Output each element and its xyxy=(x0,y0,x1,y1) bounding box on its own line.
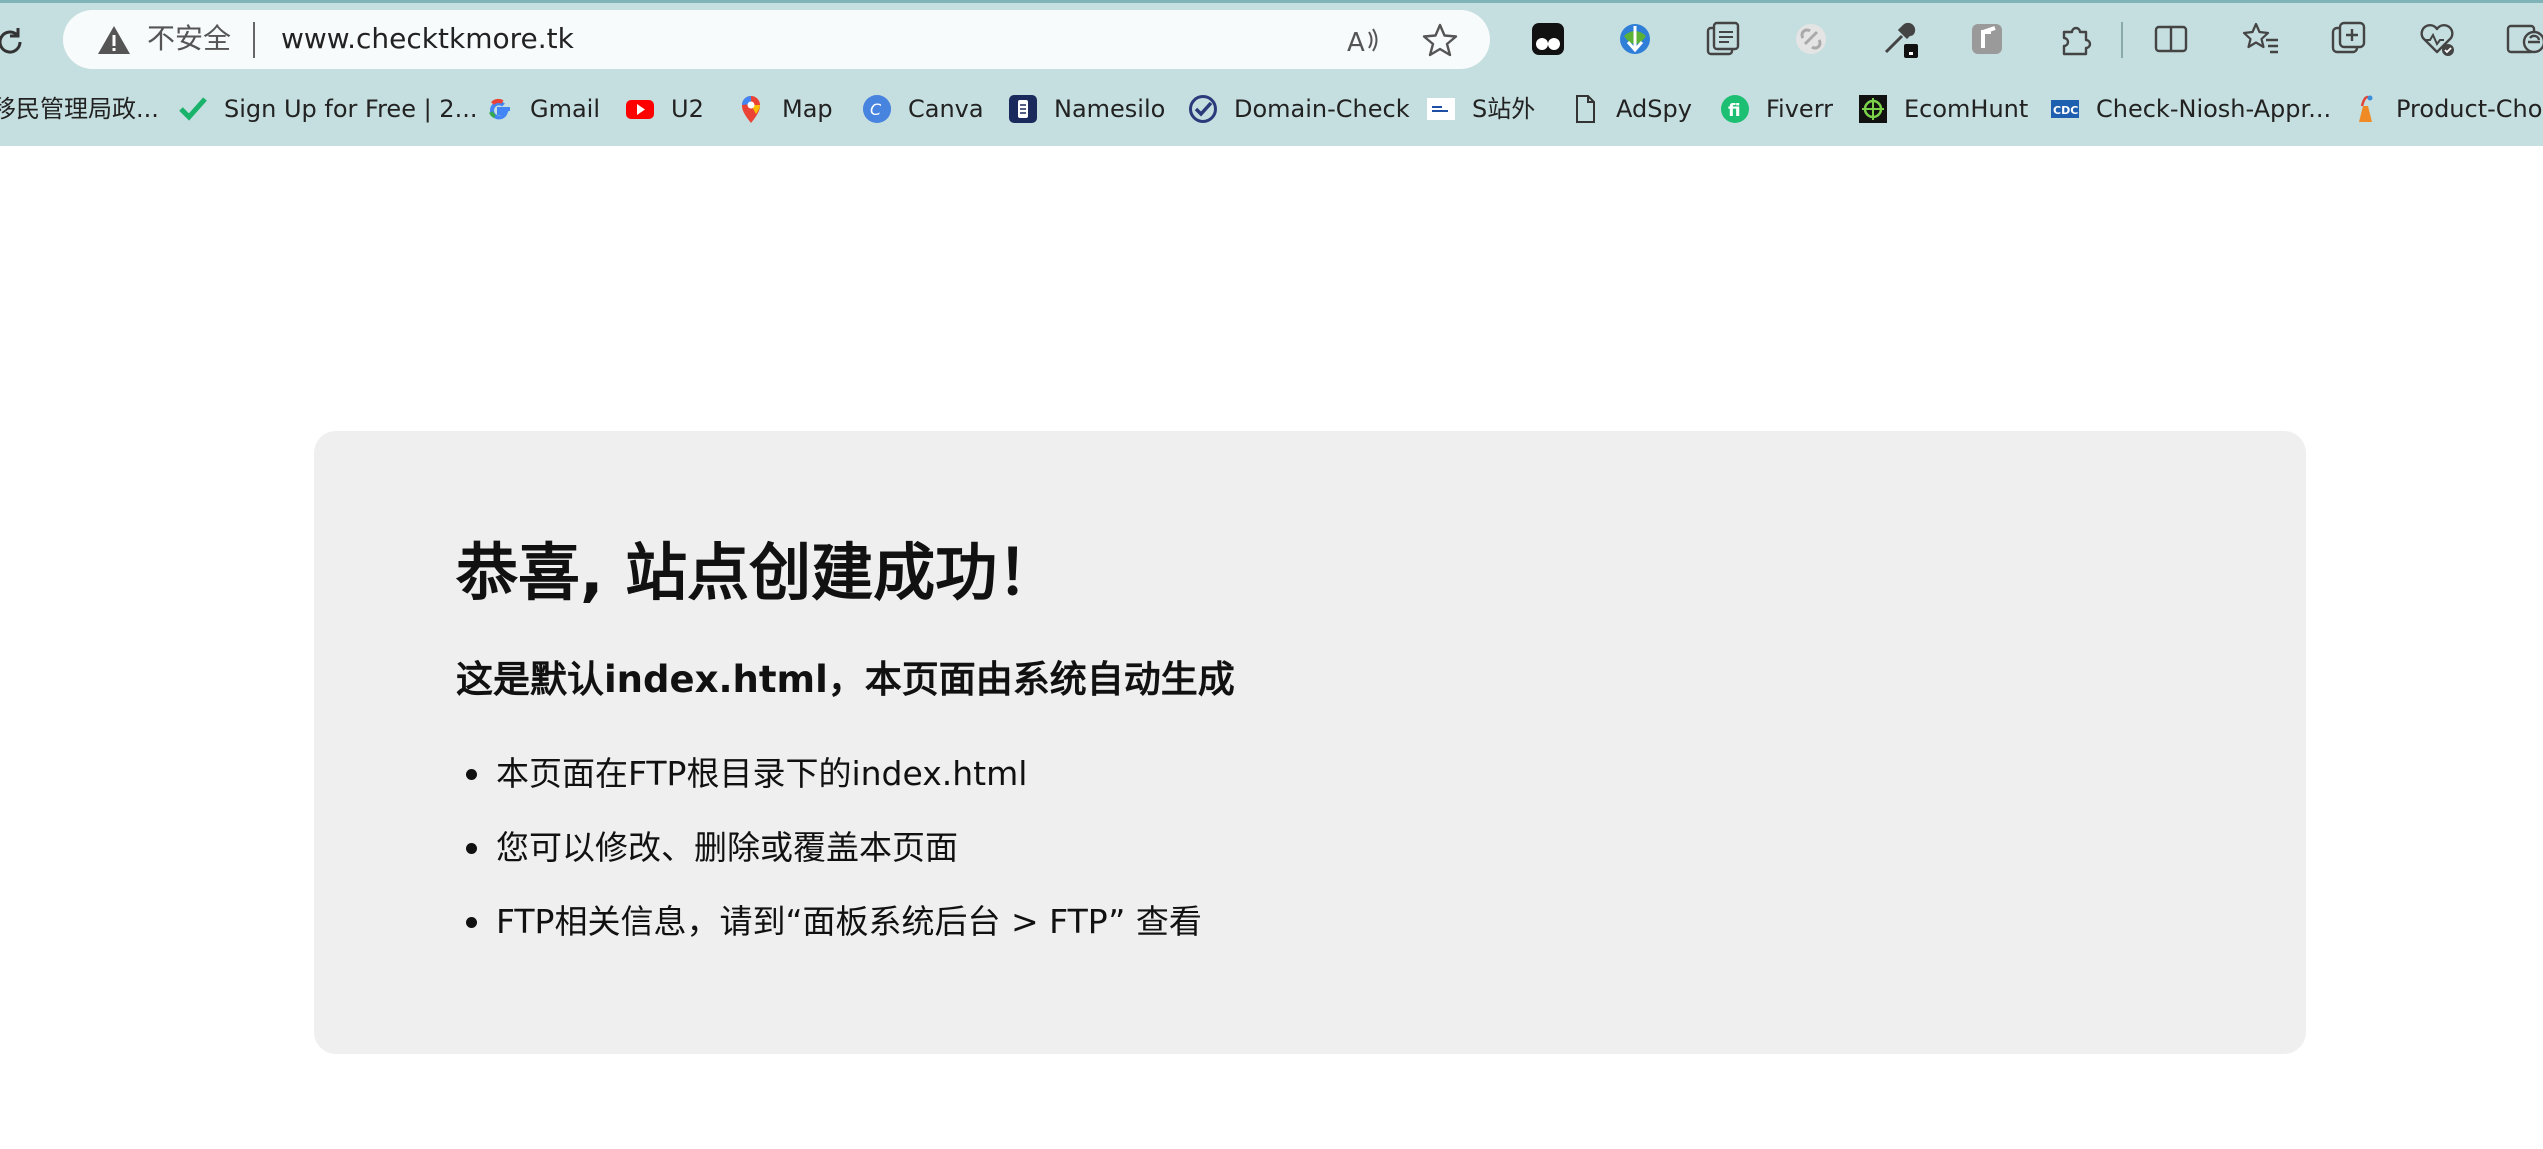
extensions-icon[interactable] xyxy=(2054,18,2096,60)
bookmark-label: 移民管理局政... xyxy=(0,95,159,123)
map-pin-icon xyxy=(742,96,760,123)
fiverr-icon: fi xyxy=(1721,95,1749,123)
bookmark-label: U2 xyxy=(671,95,704,123)
page-icon xyxy=(1576,95,1595,123)
welcome-card: 恭喜, 站点创建成功！ 这是默认index.html，本页面由系统自动生成 本页… xyxy=(314,431,2306,1054)
list-item: 您可以修改、删除或覆盖本页面 xyxy=(456,825,1202,899)
check-icon xyxy=(179,97,207,121)
bookmark-label: Domain-Check xyxy=(1234,95,1410,123)
google-icon xyxy=(489,98,510,120)
r-extension-icon[interactable] xyxy=(1966,18,2008,60)
browser-essentials-icon[interactable] xyxy=(2416,18,2458,60)
page-subtitle: 这是默认index.html，本页面由系统自动生成 xyxy=(456,658,1235,701)
bookmark-u2[interactable]: U2 xyxy=(625,86,704,132)
bookmark-site[interactable]: S站外 xyxy=(1426,86,1535,132)
split-screen-icon[interactable] xyxy=(2150,18,2192,60)
svg-text:fi: fi xyxy=(1728,101,1741,121)
bookmark-adspy[interactable]: AdSpy xyxy=(1570,86,1692,132)
collections-icon[interactable] xyxy=(1702,18,1744,60)
bookmark-label: Map xyxy=(782,95,833,123)
warning-icon[interactable] xyxy=(97,24,131,56)
namesilo-icon xyxy=(1009,95,1037,123)
read-aloud-icon[interactable]: A xyxy=(1345,24,1381,56)
svg-text:C: C xyxy=(870,100,882,119)
eyedropper-icon[interactable] xyxy=(1878,18,1920,60)
bookmarks-bar: 移民管理局政... Sign Up for Free | 2... Gmail … xyxy=(0,86,2543,132)
bookmark-namesilo[interactable]: Namesilo xyxy=(1008,86,1165,132)
bookmark-gmail[interactable]: Gmail xyxy=(484,86,600,132)
link-icon[interactable] xyxy=(1790,18,1832,60)
bookmark-ecomhunt[interactable]: EcomHunt xyxy=(1858,86,2028,132)
product-icon xyxy=(2359,95,2373,122)
youtube-icon xyxy=(626,100,654,119)
ie-mode-icon[interactable] xyxy=(2504,18,2543,60)
bookmark-label: Canva xyxy=(908,95,984,123)
bookmark-canva[interactable]: C Canva xyxy=(862,86,984,132)
bookmark-label: AdSpy xyxy=(1616,95,1692,123)
bookmark-label: Check-Niosh-Appr... xyxy=(2096,95,2332,123)
bookmark-label: Product-Choo xyxy=(2396,95,2543,123)
svg-text:A: A xyxy=(1347,28,1365,56)
bookmark-fiverr[interactable]: fi Fiverr xyxy=(1720,86,1833,132)
favorites-icon[interactable] xyxy=(2240,18,2282,60)
security-label[interactable]: 不安全 xyxy=(147,22,231,56)
page-title: 恭喜, 站点创建成功！ xyxy=(456,536,1060,609)
domain-check-icon xyxy=(1189,95,1217,123)
reload-icon[interactable] xyxy=(0,22,30,62)
bookmark-label: EcomHunt xyxy=(1904,95,2029,123)
svg-text:CDC: CDC xyxy=(2053,104,2078,117)
bookmark-check-niosh[interactable]: CDC Check-Niosh-Appr... xyxy=(2050,86,2331,132)
tampermonkey-icon[interactable] xyxy=(1527,18,1569,60)
favorite-star-icon[interactable] xyxy=(1422,23,1458,57)
bookmark-label: Namesilo xyxy=(1054,95,1166,123)
bookmark-domain-check[interactable]: Domain-Check xyxy=(1188,86,1410,132)
toolbar-separator xyxy=(2121,22,2123,58)
address-separator xyxy=(253,22,255,58)
list-item: 本页面在FTP根目录下的index.html xyxy=(456,751,1202,825)
bookmark-sign-up[interactable]: Sign Up for Free | 2... xyxy=(178,86,477,132)
bookmark-label: Sign Up for Free | 2... xyxy=(224,95,478,123)
address-bar[interactable]: 不安全 www.checktkmore.tk A xyxy=(63,10,1490,69)
ecomhunt-icon xyxy=(1859,95,1887,123)
cdc-icon: CDC xyxy=(2051,100,2079,118)
list-item: FTP相关信息，请到“面板系统后台 > FTP” 查看 xyxy=(456,899,1202,973)
bookmark-label: Fiverr xyxy=(1766,95,1834,123)
url-text[interactable]: www.checktkmore.tk xyxy=(281,22,574,56)
canva-icon: C xyxy=(863,95,891,123)
bookmark-gov[interactable]: 移民管理局政... xyxy=(0,86,159,132)
info-list: 本页面在FTP根目录下的index.html 您可以修改、删除或覆盖本页面 FT… xyxy=(456,751,1202,973)
chrome-top-edge xyxy=(0,0,2543,3)
add-tab-icon[interactable] xyxy=(2328,18,2370,60)
idm-icon[interactable] xyxy=(1614,18,1656,60)
bookmark-label: Gmail xyxy=(530,95,601,123)
bookmark-label: S站外 xyxy=(1472,95,1536,123)
browser-chrome: 不安全 www.checktkmore.tk A 移民管理局政... Sign … xyxy=(0,0,2543,146)
site-icon xyxy=(1427,98,1455,120)
bookmark-product-choo[interactable]: Product-Choo xyxy=(2350,86,2543,132)
bookmark-map[interactable]: Map xyxy=(736,86,833,132)
